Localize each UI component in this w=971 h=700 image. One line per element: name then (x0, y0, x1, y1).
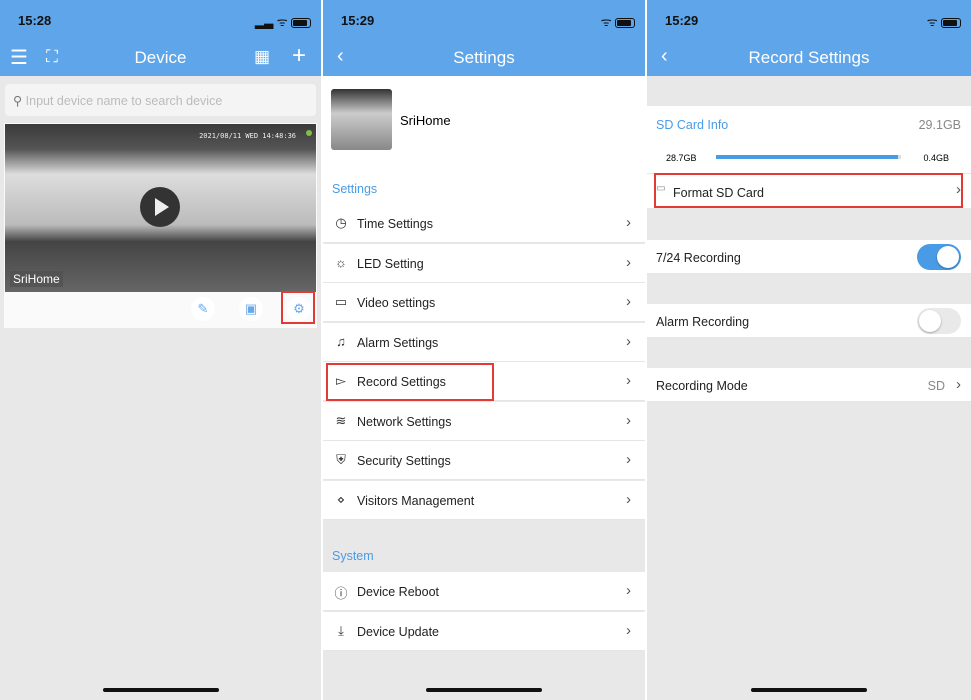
home-indicator (102, 688, 219, 692)
settings-row-network-settings[interactable]: ≋ Network Settings › (323, 401, 645, 441)
row-label: Video settings (357, 296, 436, 310)
search-input[interactable]: ⚲ Input device name to search device (5, 84, 316, 116)
sd-card-info-label: SD Card Info (656, 118, 729, 132)
chevron-right-icon: › (626, 332, 631, 350)
recording-mode-label: Recording Mode (656, 379, 748, 393)
alarm-recording-row: Alarm Recording (647, 304, 971, 338)
recording-mode-row[interactable]: Recording Mode SD › (647, 368, 971, 402)
settings-row-device-update[interactable]: ⤓ Device Update › (323, 611, 645, 651)
edit-icon[interactable]: ✎ (191, 297, 215, 321)
sd-total: 29.1GB (918, 118, 961, 132)
chevron-right-icon: › (956, 376, 961, 393)
search-icon: ⚲ (13, 94, 26, 108)
playback-icon[interactable]: ▣ (239, 297, 263, 321)
header: 15:29 ᯤ ‹ Settings (323, 0, 645, 76)
recording-724-row: 7/24 Recording (647, 240, 971, 274)
highlight-box (326, 363, 494, 401)
device-thumbnail (331, 89, 392, 150)
online-indicator (306, 130, 312, 136)
chevron-right-icon: › (626, 214, 631, 231)
settings-row-video-settings[interactable]: ▭ Video settings › (323, 283, 645, 322)
bell-icon: ♫ (336, 333, 346, 349)
wifi-icon: ≋ (335, 412, 347, 428)
settings-row-device-reboot[interactable]: ⓘ Device Reboot › (323, 572, 645, 611)
camera-name: SriHome (10, 271, 63, 287)
row-label: Network Settings (357, 414, 452, 429)
alarm-recording-toggle[interactable] (917, 308, 961, 334)
row-label: Security Settings (357, 454, 451, 468)
info-icon: ⓘ (334, 586, 348, 601)
settings-row-security-settings[interactable]: ⛨ Security Settings › (323, 441, 645, 480)
recording-mode-value: SD (927, 379, 945, 393)
chevron-right-icon: › (626, 253, 631, 271)
sd-usage-fill (716, 155, 899, 159)
row-label: LED Setting (357, 256, 424, 271)
record-settings-screen: 15:29 ᯤ ‹ Record Settings SD Card Info 2… (647, 0, 971, 700)
chevron-right-icon: › (626, 621, 631, 639)
settings-row-visitors-management[interactable]: ⋄ Visitors Management › (323, 480, 645, 520)
battery-icon (291, 17, 311, 28)
video-icon: ▭ (334, 294, 348, 309)
sd-free: 28.7GB (666, 153, 697, 163)
recording-724-toggle[interactable] (917, 244, 961, 270)
camera-preview[interactable]: 2021/08/11 WED 14:48:36 SriHome (5, 124, 316, 292)
grid-icon[interactable]: ▦ (254, 47, 270, 67)
home-indicator (426, 688, 542, 692)
status-time: 15:29 (341, 13, 375, 28)
settings-row-led-setting[interactable]: ☼ LED Setting › (323, 243, 645, 283)
header: 15:28 ▂▃ ᯤ ☰ ⛶ Device ▦ + (0, 0, 321, 76)
alarm-recording-label: Alarm Recording (656, 315, 750, 329)
bulb-icon: ☼ (335, 254, 347, 270)
row-label: Alarm Settings (357, 335, 439, 350)
highlight-box (654, 173, 963, 208)
chevron-right-icon: › (626, 293, 631, 310)
row-label: Time Settings (357, 217, 433, 231)
chevron-right-icon: › (626, 372, 631, 389)
device-info: SriHome (323, 76, 645, 164)
sd-usage-bar (716, 155, 901, 159)
sd-used: 0.4GB (923, 153, 949, 163)
recording-724-label: 7/24 Recording (656, 251, 741, 265)
settings-row-alarm-settings[interactable]: ♫ Alarm Settings › (323, 322, 645, 362)
page-title: Settings (453, 48, 515, 67)
home-indicator (751, 688, 867, 692)
camera-timestamp: 2021/08/11 WED 14:48:36 (199, 132, 296, 140)
share-icon: ⋄ (336, 491, 346, 507)
section-settings: Settings (332, 182, 378, 196)
chevron-right-icon: › (626, 451, 631, 468)
row-label: Device Update (357, 624, 439, 639)
status-time: 15:28 (18, 13, 52, 28)
header: 15:29 ᯤ ‹ Record Settings (647, 0, 971, 76)
battery-icon (941, 17, 961, 28)
clock-icon: ◷ (335, 215, 347, 230)
status-time: 15:29 (665, 13, 699, 28)
page-title: Record Settings (748, 48, 870, 67)
row-label: Device Reboot (357, 585, 439, 599)
chevron-right-icon: › (626, 582, 631, 599)
device-card: 2021/08/11 WED 14:48:36 SriHome ✎ ▣ ⚙ (4, 123, 317, 328)
status-icons: ᯤ (927, 13, 961, 30)
status-icons: ▂▃ ᯤ (255, 13, 311, 30)
section-system: System (332, 549, 374, 563)
device-screen: 15:28 ▂▃ ᯤ ☰ ⛶ Device ▦ + ⚲ Input device… (0, 0, 321, 700)
shield-icon: ⛨ (336, 452, 346, 467)
page-title: Device (134, 48, 187, 67)
device-name: SriHome (400, 113, 451, 128)
row-label: Visitors Management (357, 493, 475, 508)
chevron-right-icon: › (626, 490, 631, 508)
play-button[interactable] (140, 187, 180, 227)
plus-icon[interactable]: + (292, 42, 306, 70)
status-icons: ᯤ (601, 13, 635, 30)
download-icon: ⤓ (338, 622, 344, 638)
settings-row-time-settings[interactable]: ◷ Time Settings › (323, 204, 645, 243)
settings-screen: 15:29 ᯤ ‹ Settings SriHome Settings ◷ Tim… (323, 0, 645, 700)
battery-icon (615, 17, 635, 28)
chevron-right-icon: › (626, 411, 631, 429)
highlight-box (281, 291, 315, 324)
